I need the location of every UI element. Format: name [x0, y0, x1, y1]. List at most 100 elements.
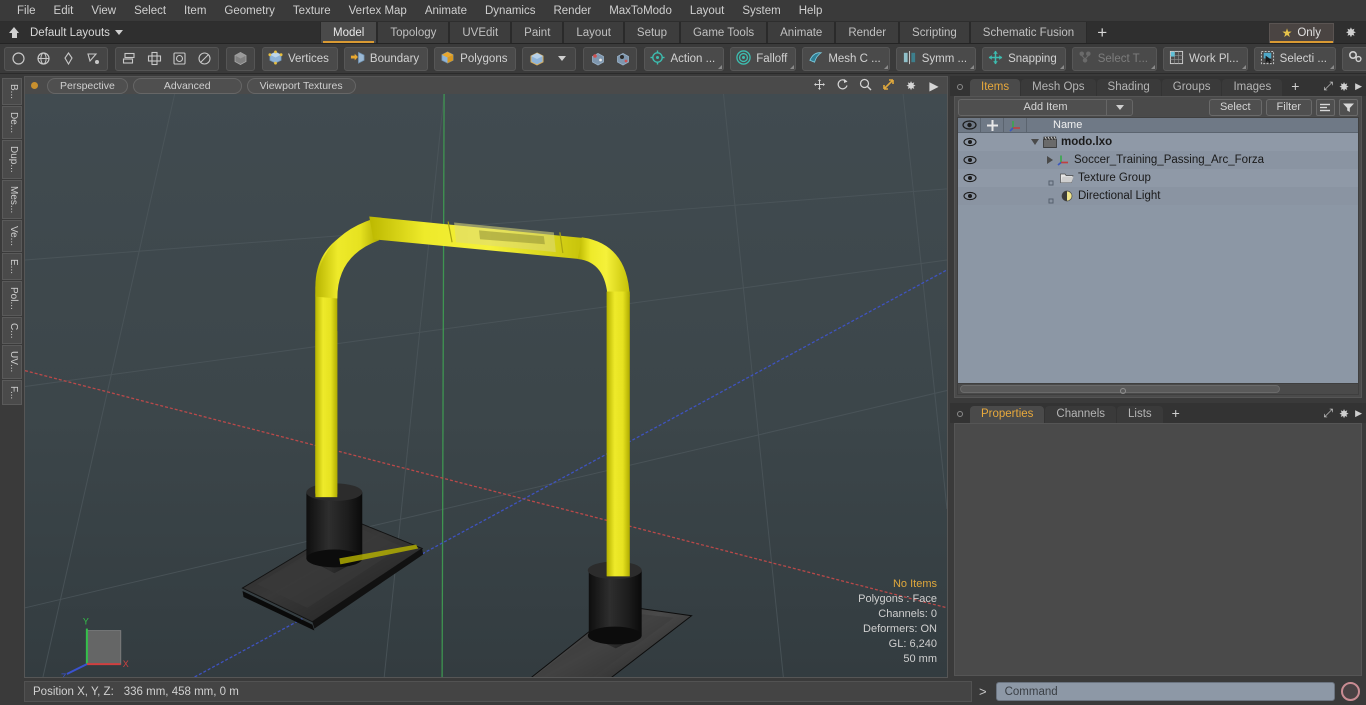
- props-tab-properties[interactable]: Properties: [970, 406, 1045, 423]
- left-strip-tab-e[interactable]: E...: [2, 253, 22, 281]
- left-strip-tab-c[interactable]: C...: [2, 316, 22, 345]
- table-row[interactable]: Soccer_Training_Passing_Arc_Forza: [958, 151, 1358, 169]
- polygon-pen-icon[interactable]: [81, 48, 106, 70]
- tool-work-pl[interactable]: Work Pl...: [1163, 46, 1248, 71]
- only-button[interactable]: ★ Only: [1268, 22, 1334, 43]
- cube-shaded-icon[interactable]: [228, 48, 253, 70]
- menu-item-dynamics[interactable]: Dynamics: [476, 2, 544, 20]
- pivot-center-icon[interactable]: [585, 48, 610, 70]
- items-tree-hscrollbar[interactable]: [958, 383, 1358, 394]
- twirl-right-icon[interactable]: [1047, 156, 1053, 164]
- layout-tab-model[interactable]: Model: [320, 22, 378, 43]
- tree-item[interactable]: Soccer_Training_Passing_Arc_Forza: [1027, 154, 1264, 166]
- panel-tab-mesh-ops[interactable]: Mesh Ops: [1021, 79, 1096, 96]
- menu-item-animate[interactable]: Animate: [416, 2, 476, 20]
- menu-item-layout[interactable]: Layout: [681, 2, 734, 20]
- crosshair-box-icon[interactable]: [142, 48, 167, 70]
- eye-icon[interactable]: [958, 137, 981, 147]
- table-row[interactable]: Texture Group: [958, 169, 1358, 187]
- menu-item-render[interactable]: Render: [544, 2, 600, 20]
- mirror-icon[interactable]: [117, 48, 142, 70]
- chevron-down-icon[interactable]: [1106, 98, 1132, 116]
- add-layout-tab-button[interactable]: +: [1087, 22, 1118, 43]
- table-row[interactable]: Directional Light: [958, 187, 1358, 205]
- menu-item-item[interactable]: Item: [175, 2, 215, 20]
- layout-tab-game-tools[interactable]: Game Tools: [679, 22, 768, 43]
- tree-item[interactable]: Texture Group: [1027, 172, 1151, 185]
- layout-selector[interactable]: Default Layouts: [0, 22, 320, 43]
- add-item-button[interactable]: Add Item: [958, 98, 1133, 116]
- layout-tab-topology[interactable]: Topology: [377, 22, 450, 43]
- left-strip-tab-pol[interactable]: Pol...: [2, 281, 22, 316]
- gear-icon[interactable]: ✸: [1339, 80, 1349, 94]
- pivot-origin-icon[interactable]: [610, 48, 635, 70]
- cube-item-icon[interactable]: [524, 48, 549, 70]
- items-tree[interactable]: Name modo.lxo Soccer_Training_Passing_Arc…: [957, 117, 1359, 395]
- layout-tab-animate[interactable]: Animate: [767, 22, 836, 43]
- menu-item-file[interactable]: File: [8, 2, 45, 20]
- selection-mode-boundary[interactable]: Boundary: [343, 46, 429, 71]
- expand-icon[interactable]: ⤢: [1323, 79, 1333, 94]
- table-row[interactable]: modo.lxo: [958, 133, 1358, 151]
- panel-tab-items[interactable]: Items: [970, 79, 1021, 96]
- layout-tab-schematic-fusion[interactable]: Schematic Fusion: [969, 22, 1088, 43]
- menu-item-system[interactable]: System: [733, 2, 789, 20]
- menu-item-help[interactable]: Help: [790, 2, 832, 20]
- arrow-right-icon[interactable]: ▶: [1355, 408, 1362, 419]
- tree-item[interactable]: Directional Light: [1027, 190, 1160, 203]
- menu-item-vertex-map[interactable]: Vertex Map: [340, 2, 416, 20]
- funnel-icon[interactable]: [1339, 98, 1358, 116]
- select-button[interactable]: Select: [1208, 98, 1262, 116]
- pen-icon[interactable]: [56, 48, 81, 70]
- tree-item[interactable]: modo.lxo: [1027, 136, 1112, 148]
- left-strip-tab-b[interactable]: B...: [2, 78, 22, 106]
- expand-icon[interactable]: ⤢: [1323, 406, 1333, 421]
- left-strip-tab-uv[interactable]: UV...: [2, 345, 22, 379]
- circle-slash-icon[interactable]: [192, 48, 217, 70]
- circle-icon[interactable]: [6, 48, 31, 70]
- menu-item-view[interactable]: View: [82, 2, 125, 20]
- layout-tab-setup[interactable]: Setup: [623, 22, 680, 43]
- tool-symm[interactable]: Symm ...: [895, 46, 977, 71]
- list-options-icon[interactable]: [1316, 98, 1335, 116]
- chevron-down-icon[interactable]: [549, 48, 574, 70]
- layout-tab-scripting[interactable]: Scripting: [899, 22, 970, 43]
- layout-tab-render[interactable]: Render: [835, 22, 900, 43]
- tool-falloff[interactable]: Falloff: [730, 46, 797, 71]
- tool-select-t[interactable]: Select T...: [1071, 46, 1158, 71]
- selection-mode-vertices[interactable]: Vertices: [262, 46, 338, 71]
- scroll-thumb[interactable]: [960, 385, 1280, 394]
- left-strip-tab-mes[interactable]: Mes...: [2, 179, 22, 220]
- selection-mode-polygons[interactable]: Polygons: [434, 46, 517, 71]
- panel-tab-groups[interactable]: Groups: [1161, 79, 1222, 96]
- layout-tab-uvedit[interactable]: UVEdit: [449, 22, 512, 43]
- menu-item-texture[interactable]: Texture: [284, 2, 340, 20]
- gear-icon[interactable]: ✸: [1339, 407, 1349, 421]
- tool-action[interactable]: Action ...: [644, 46, 725, 71]
- viewport-textures-toggle[interactable]: Viewport Textures: [246, 77, 356, 94]
- viewport-shading-advanced[interactable]: Advanced: [132, 77, 242, 94]
- zoom-icon[interactable]: [856, 78, 874, 94]
- tool-mesh-c[interactable]: Mesh C ...: [802, 46, 890, 71]
- move-icon[interactable]: [810, 78, 828, 94]
- panel-tab-shading[interactable]: Shading: [1096, 79, 1161, 96]
- menu-item-maxtomodo[interactable]: MaxToModo: [600, 2, 681, 20]
- viewport-preset-perspective[interactable]: Perspective: [47, 77, 128, 94]
- left-strip-tab-ve[interactable]: Ve...: [2, 220, 22, 253]
- panel-tab-images[interactable]: Images: [1222, 79, 1283, 96]
- props-tab-lists[interactable]: Lists: [1117, 406, 1163, 423]
- kits-button[interactable]: Kits: [1341, 46, 1366, 71]
- 3d-viewport[interactable]: Y X Z No Items Polygons : Face Channels:…: [24, 94, 948, 678]
- gear-icon[interactable]: ✸: [1342, 25, 1360, 41]
- fit-icon[interactable]: [879, 78, 897, 94]
- command-input[interactable]: Command: [995, 682, 1335, 701]
- left-strip-tab-de[interactable]: De...: [2, 106, 22, 140]
- gear-icon[interactable]: ✸: [902, 79, 920, 93]
- menu-item-edit[interactable]: Edit: [45, 2, 83, 20]
- twirl-down-icon[interactable]: [1031, 139, 1039, 145]
- layout-tab-paint[interactable]: Paint: [511, 22, 564, 43]
- arrow-right-icon[interactable]: ▶: [925, 79, 943, 93]
- left-strip-tab-f[interactable]: F...: [2, 379, 22, 406]
- record-icon[interactable]: [1341, 682, 1360, 701]
- eye-icon[interactable]: [958, 191, 981, 201]
